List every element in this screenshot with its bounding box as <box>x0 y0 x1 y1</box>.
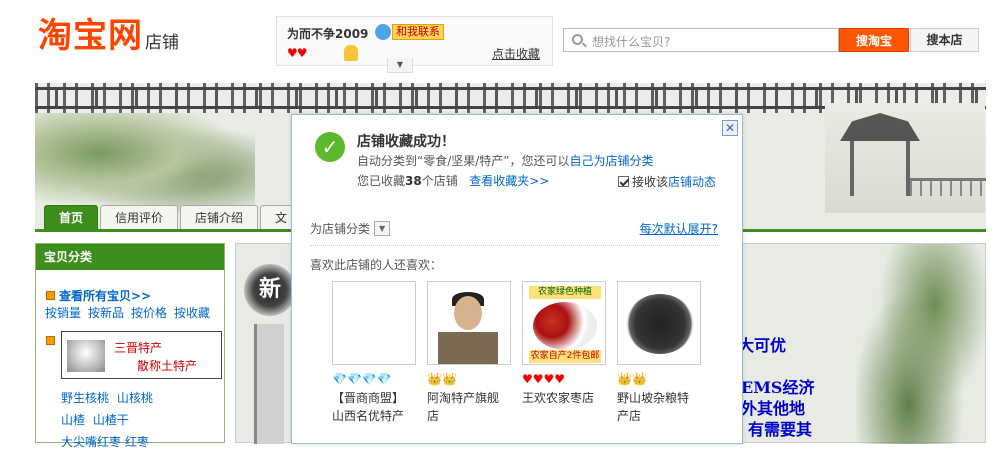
subcat-hickory[interactable]: 山核桃 <box>117 391 153 405</box>
close-icon[interactable]: ✕ <box>722 120 738 136</box>
contact-label: 和我联系 <box>392 24 444 40</box>
count-prefix: 您已收藏 <box>357 174 406 188</box>
collapse-icon[interactable] <box>46 336 55 345</box>
count-suffix: 个店铺 <box>421 174 458 188</box>
bamboo-painting-right <box>856 244 987 444</box>
checkbox-checked[interactable] <box>618 176 629 187</box>
search-placeholder: 想找什么宝贝? <box>592 35 671 49</box>
search-input[interactable]: 想找什么宝贝? <box>563 28 839 52</box>
shop-name-line2[interactable]: 山西名优特产 <box>332 407 416 425</box>
ad-text-4: 有需要其 <box>748 420 813 439</box>
shop-thumbnail[interactable] <box>427 281 511 365</box>
logo-sub: 店铺 <box>145 33 179 53</box>
shop-updates-link[interactable]: 店铺动态 <box>668 173 716 190</box>
category-select-label: 为店铺分类 <box>310 222 371 236</box>
subcat-wild-walnut[interactable]: 野生核桃 <box>61 391 109 405</box>
wangwang-icon <box>375 24 391 40</box>
category-select[interactable]: 为店铺分类 ▼ <box>310 220 391 237</box>
search-shop-button[interactable]: 搜本店 <box>910 28 979 52</box>
consumer-guarantee-icon <box>344 45 358 61</box>
chevron-down-icon[interactable]: ▼ <box>374 221 391 236</box>
favorite-success-dialog: ✕ ✓ 店铺收藏成功！ 自动分类到“零食/坚果/特产”，您还可以自己为店铺分类 … <box>291 114 743 444</box>
thumb-bottom-text: 农家自产2件包邮 <box>529 350 601 363</box>
search-taobao-button[interactable]: 搜淘宝 <box>839 28 909 52</box>
heart-rating: ♥♥♥♥ <box>522 372 566 386</box>
category-banner[interactable]: 三晋特产 散称土特产 <box>61 331 222 379</box>
category-line1: 三晋特产 <box>114 341 163 355</box>
dialog-count-info: 您已收藏38个店铺 查看收藏夹>> <box>357 172 549 189</box>
shop-name: 为而不争2009 <box>287 27 369 41</box>
sort-by-favorites[interactable]: 按收藏 <box>174 304 210 321</box>
grain-pile-image <box>626 294 694 354</box>
recommended-shop[interactable]: 农家绿色种植 农家自产2件包邮 ♥♥♥♥ 王欢农家枣店 <box>522 281 606 407</box>
shop-name-line2[interactable]: 店 <box>427 407 511 425</box>
shop-name-line2[interactable]: 产店 <box>617 407 701 425</box>
jujube-plate-image <box>533 302 597 350</box>
subcategory-list: 野生核桃 山核桃 山楂 山楂干 大尖嘴红枣 红枣 <box>61 387 157 453</box>
default-expand-link[interactable]: 每次默认展开? <box>640 220 718 237</box>
favorite-shop-link[interactable]: 点击收藏 <box>492 45 540 62</box>
custom-category-link[interactable]: 自己为店铺分类 <box>570 154 654 168</box>
ad-text-1: 大可优 <box>738 336 787 355</box>
shop-name-line1[interactable]: 王欢农家枣店 <box>522 389 606 407</box>
sidebar-title: 宝贝分类 <box>36 244 224 270</box>
rating-hearts: ♥♥ <box>287 46 307 60</box>
bamboo-painting <box>35 113 255 213</box>
tab-credit-rating[interactable]: 信用评价 <box>100 205 179 229</box>
shop-nav: 首页 信用评价 店铺介绍 文 <box>44 205 303 229</box>
ink-seal: 新 <box>244 264 296 316</box>
sort-links: 按销量 按新品 按价格 按收藏 <box>45 304 210 321</box>
thumb-top-text: 农家绿色种植 <box>529 286 601 299</box>
category-sidebar: 宝贝分类 查看所有宝贝>> 按销量 按新品 按价格 按收藏 三晋特产 散称土特产… <box>35 243 225 449</box>
teapot-image <box>67 340 105 372</box>
checkbox-label: 接收该 <box>632 175 669 189</box>
shop-info-box: 为而不争2009 和我联系 ♥♥ 点击收藏 <box>276 16 553 66</box>
receive-updates-checkbox[interactable]: 接收该 店铺动态 <box>618 173 716 190</box>
shop-name-line1[interactable]: 阿淘特产旗舰 <box>427 389 511 407</box>
pavilion-painting <box>825 103 986 213</box>
divider <box>310 245 720 246</box>
all-items: 查看所有宝贝>> <box>46 287 151 304</box>
taobao-logo[interactable]: 淘宝网 店铺 <box>38 16 179 56</box>
bullet-icon <box>46 291 55 300</box>
subcat-jujube[interactable]: 大尖嘴红枣 红枣 <box>61 435 149 449</box>
crown-rating: 👑👑 <box>617 372 647 386</box>
scroll-painting <box>254 324 284 444</box>
favorite-count: 38 <box>405 174 422 188</box>
category-line2: 散称土特产 <box>137 359 198 373</box>
dialog-category-info: 自动分类到“零食/坚果/特产”，您还可以自己为店铺分类 <box>357 152 654 169</box>
sort-by-new[interactable]: 按新品 <box>88 304 124 321</box>
view-favorites-link[interactable]: 查看收藏夹>> <box>469 174 549 188</box>
recommended-shop[interactable]: 👑👑 阿淘特产旗舰 店 <box>427 281 511 425</box>
shop-thumbnail[interactable]: 农家绿色种植 农家自产2件包邮 <box>522 281 606 365</box>
tab-shop-intro[interactable]: 店铺介绍 <box>180 205 259 229</box>
recommended-shop[interactable]: 💎💎💎💎 【晋商商盟】 山西名优特产 <box>332 281 416 425</box>
subcat-dried-hawthorn[interactable]: 山楂干 <box>93 413 129 427</box>
recommended-shop[interactable]: 👑👑 野山坡杂粮特 产店 <box>617 281 701 425</box>
all-items-link[interactable]: 查看所有宝贝>> <box>59 287 151 304</box>
expand-arrow-icon[interactable]: ▼ <box>387 58 413 73</box>
search-icon <box>572 34 583 45</box>
sort-by-sales[interactable]: 按销量 <box>45 304 81 321</box>
shop-name-line1[interactable]: 野山坡杂粮特 <box>617 389 701 407</box>
tab-home[interactable]: 首页 <box>44 205 99 229</box>
wangwang-contact[interactable]: 和我联系 <box>375 24 444 40</box>
recommend-title: 喜欢此店铺的人还喜欢： <box>310 258 443 272</box>
success-check-icon: ✓ <box>315 132 345 162</box>
sort-by-price[interactable]: 按价格 <box>131 304 167 321</box>
shop-name-line1[interactable]: 【晋商商盟】 <box>332 389 416 407</box>
logo-main: 淘宝网 <box>38 16 143 56</box>
subcat-hawthorn[interactable]: 山楂 <box>61 413 85 427</box>
dialog-title: 店铺收藏成功！ <box>357 134 455 150</box>
crown-rating: 👑👑 <box>427 372 457 386</box>
shop-thumbnail[interactable] <box>332 281 416 365</box>
shop-thumbnail[interactable] <box>617 281 701 365</box>
diamond-rating: 💎💎💎💎 <box>332 372 392 386</box>
category-info-text: 自动分类到“零食/坚果/特产”，您还可以 <box>357 154 570 168</box>
